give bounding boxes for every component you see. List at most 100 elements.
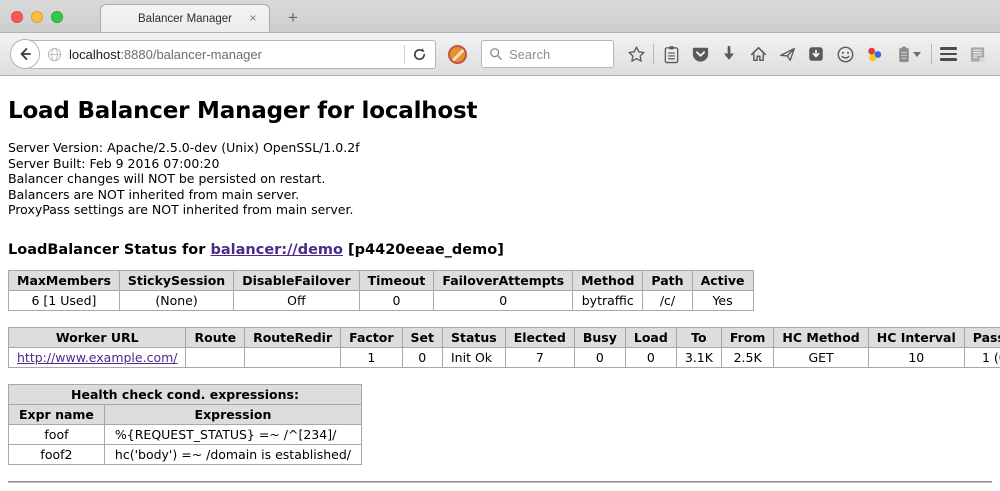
column-header: Factor: [341, 327, 402, 347]
table-header-row: MaxMembers StickySession DisableFailover…: [9, 270, 754, 290]
url-text: localhost:8880/balancer-manager: [69, 47, 397, 62]
bookmark-star-button[interactable]: [624, 42, 648, 66]
worker-row: http://www.example.com/ 1 0 Init Ok 7 0 …: [9, 347, 1000, 367]
pages-panel-button[interactable]: [966, 42, 990, 66]
toolbar-separator: [653, 44, 654, 64]
reload-icon: [412, 47, 427, 62]
active-cell: Yes: [692, 290, 753, 310]
failoverattempts-cell: 0: [434, 290, 573, 310]
server-built-line: Server Built: Feb 9 2016 07:00:20: [8, 156, 992, 172]
url-bar[interactable]: localhost:8880/balancer-manager: [24, 40, 436, 69]
method-cell: bytraffic: [573, 290, 643, 310]
balancer-demo-link[interactable]: balancer://demo: [210, 242, 343, 258]
column-header: MaxMembers: [9, 270, 120, 290]
home-button[interactable]: [746, 42, 770, 66]
bottom-divider: [8, 481, 992, 483]
table-header-row: Expr name Expression: [9, 404, 362, 424]
table-row: foof2 hc('body') =~ /domain is establish…: [9, 444, 362, 464]
zoom-window-button[interactable]: [51, 11, 63, 23]
page-title: Load Balancer Manager for localhost: [8, 98, 992, 124]
column-header: Set: [402, 327, 442, 347]
colored-dots-icon: [865, 45, 884, 64]
urlbar-separator: [404, 45, 405, 64]
toolbar-icons: [624, 42, 990, 66]
column-header: Worker URL: [9, 327, 186, 347]
passes-cell: 1 (0): [964, 347, 1000, 367]
search-input[interactable]: [509, 47, 599, 62]
route-cell: [186, 347, 245, 367]
menu-button[interactable]: [937, 42, 961, 66]
url-path: :8880/balancer-manager: [120, 47, 262, 62]
worker-table: Worker URL Route RouteRedir Factor Set S…: [8, 327, 1000, 368]
table-row: 6 [1 Used] (None) Off 0 0 bytraffic /c/ …: [9, 290, 754, 310]
disablefailover-cell: Off: [234, 290, 359, 310]
minimize-window-button[interactable]: [31, 11, 43, 23]
busy-cell: 0: [574, 347, 625, 367]
download-panel-button[interactable]: [804, 42, 828, 66]
proxypass-notice-line: ProxyPass settings are NOT inherited fro…: [8, 202, 992, 218]
square-download-icon: [807, 45, 825, 63]
column-header: Busy: [574, 327, 625, 347]
search-icon: [489, 47, 503, 61]
globe-icon: [47, 47, 62, 62]
elected-cell: 7: [505, 347, 574, 367]
server-version-line: Server Version: Apache/2.5.0-dev (Unix) …: [8, 140, 992, 156]
search-bar[interactable]: [481, 40, 614, 68]
column-header: Expr name: [9, 404, 105, 424]
reload-button[interactable]: [412, 47, 427, 62]
loadbalancer-status-heading: LoadBalancer Status for balancer://demo …: [8, 242, 992, 258]
reading-list-button[interactable]: [659, 42, 683, 66]
from-cell: 2.5K: [721, 347, 774, 367]
worker-url-cell: http://www.example.com/: [9, 347, 186, 367]
column-header: Active: [692, 270, 753, 290]
stickysession-cell: (None): [119, 290, 233, 310]
star-icon: [627, 45, 646, 64]
extension-colordots-button[interactable]: [863, 42, 887, 66]
back-arrow-icon: [17, 46, 33, 62]
battery-extension-button[interactable]: [892, 42, 926, 66]
load-cell: 0: [625, 347, 676, 367]
worker-url-link[interactable]: http://www.example.com/: [17, 350, 177, 365]
download-arrow-icon: [720, 45, 738, 63]
pocket-icon: [691, 45, 710, 63]
pocket-button[interactable]: [688, 42, 712, 66]
url-domain: localhost: [69, 47, 120, 62]
expr-name-cell: foof: [9, 424, 105, 444]
browser-window: Balancer Manager × + localhost:8880/bala…: [0, 0, 1000, 491]
column-header: Path: [643, 270, 692, 290]
browser-tab[interactable]: Balancer Manager ×: [100, 4, 270, 32]
clipboard-icon: [663, 45, 680, 64]
column-header: HC Method: [774, 327, 868, 347]
table-title-row: Health check cond. expressions:: [9, 384, 362, 404]
downloads-button[interactable]: [717, 42, 741, 66]
health-table-title: Health check cond. expressions:: [9, 384, 362, 404]
hamburger-icon: [940, 47, 957, 61]
column-header: DisableFailover: [234, 270, 359, 290]
factor-cell: 1: [341, 347, 402, 367]
dropdown-caret-icon: [913, 52, 921, 57]
pages-icon: [968, 45, 987, 64]
set-cell: 0: [402, 347, 442, 367]
home-icon: [749, 45, 768, 63]
column-header: From: [721, 327, 774, 347]
expression-cell: %{REQUEST_STATUS} =~ /^[234]/: [104, 424, 361, 444]
close-window-button[interactable]: [11, 11, 23, 23]
feedback-button[interactable]: [834, 42, 858, 66]
column-header: Status: [443, 327, 506, 347]
content-block-icon[interactable]: [448, 45, 467, 64]
close-tab-icon[interactable]: ×: [246, 12, 260, 26]
status-heading-suffix: [p4420eeae_demo]: [343, 242, 504, 258]
balancer-summary-table: MaxMembers StickySession DisableFailover…: [8, 270, 754, 311]
column-header: HC Interval: [868, 327, 964, 347]
send-tab-button[interactable]: [775, 42, 799, 66]
server-info: Server Version: Apache/2.5.0-dev (Unix) …: [8, 140, 992, 218]
new-tab-button[interactable]: +: [282, 8, 304, 28]
hc-interval-cell: 10: [868, 347, 964, 367]
page-content: Load Balancer Manager for localhost Serv…: [0, 76, 1000, 491]
window-controls: [11, 11, 63, 23]
smiley-icon: [836, 45, 855, 64]
path-cell: /c/: [643, 290, 692, 310]
column-header: Load: [625, 327, 676, 347]
column-header: Passes: [964, 327, 1000, 347]
back-button[interactable]: [10, 39, 40, 69]
